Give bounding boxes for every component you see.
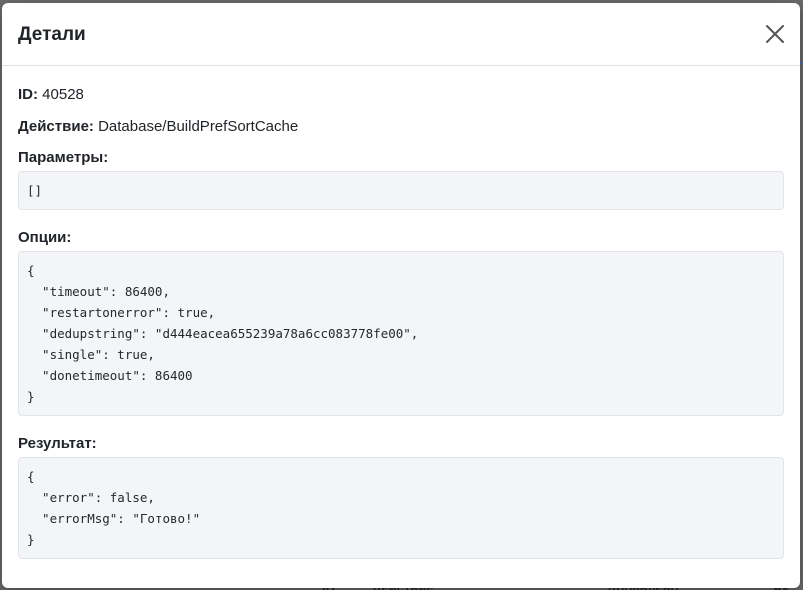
modal-header: Детали	[2, 3, 800, 66]
params-label: Параметры:	[18, 149, 109, 166]
details-modal: Детали ID: 40528 Действие: Database/Buil…	[2, 3, 800, 588]
modal-title: Детали	[18, 24, 86, 45]
options-label: Опции:	[18, 229, 72, 246]
action-field: Действие: Database/BuildPrefSortCache	[18, 117, 784, 137]
close-button[interactable]	[764, 23, 786, 45]
params-code-block: []	[18, 171, 784, 210]
action-label: Действие:	[18, 118, 94, 135]
options-code-block: { "timeout": 86400, "restartonerror": tr…	[18, 251, 784, 416]
modal-body: ID: 40528 Действие: Database/BuildPrefSo…	[2, 66, 800, 559]
result-label: Результат:	[18, 435, 97, 452]
id-field: ID: 40528	[18, 85, 784, 105]
id-label: ID:	[18, 86, 38, 103]
id-value: 40528	[42, 86, 84, 103]
close-icon	[766, 25, 784, 43]
result-code-block: { "error": false, "errorMsg": "Готово!" …	[18, 457, 784, 559]
action-value: Database/BuildPrefSortCache	[98, 118, 299, 135]
